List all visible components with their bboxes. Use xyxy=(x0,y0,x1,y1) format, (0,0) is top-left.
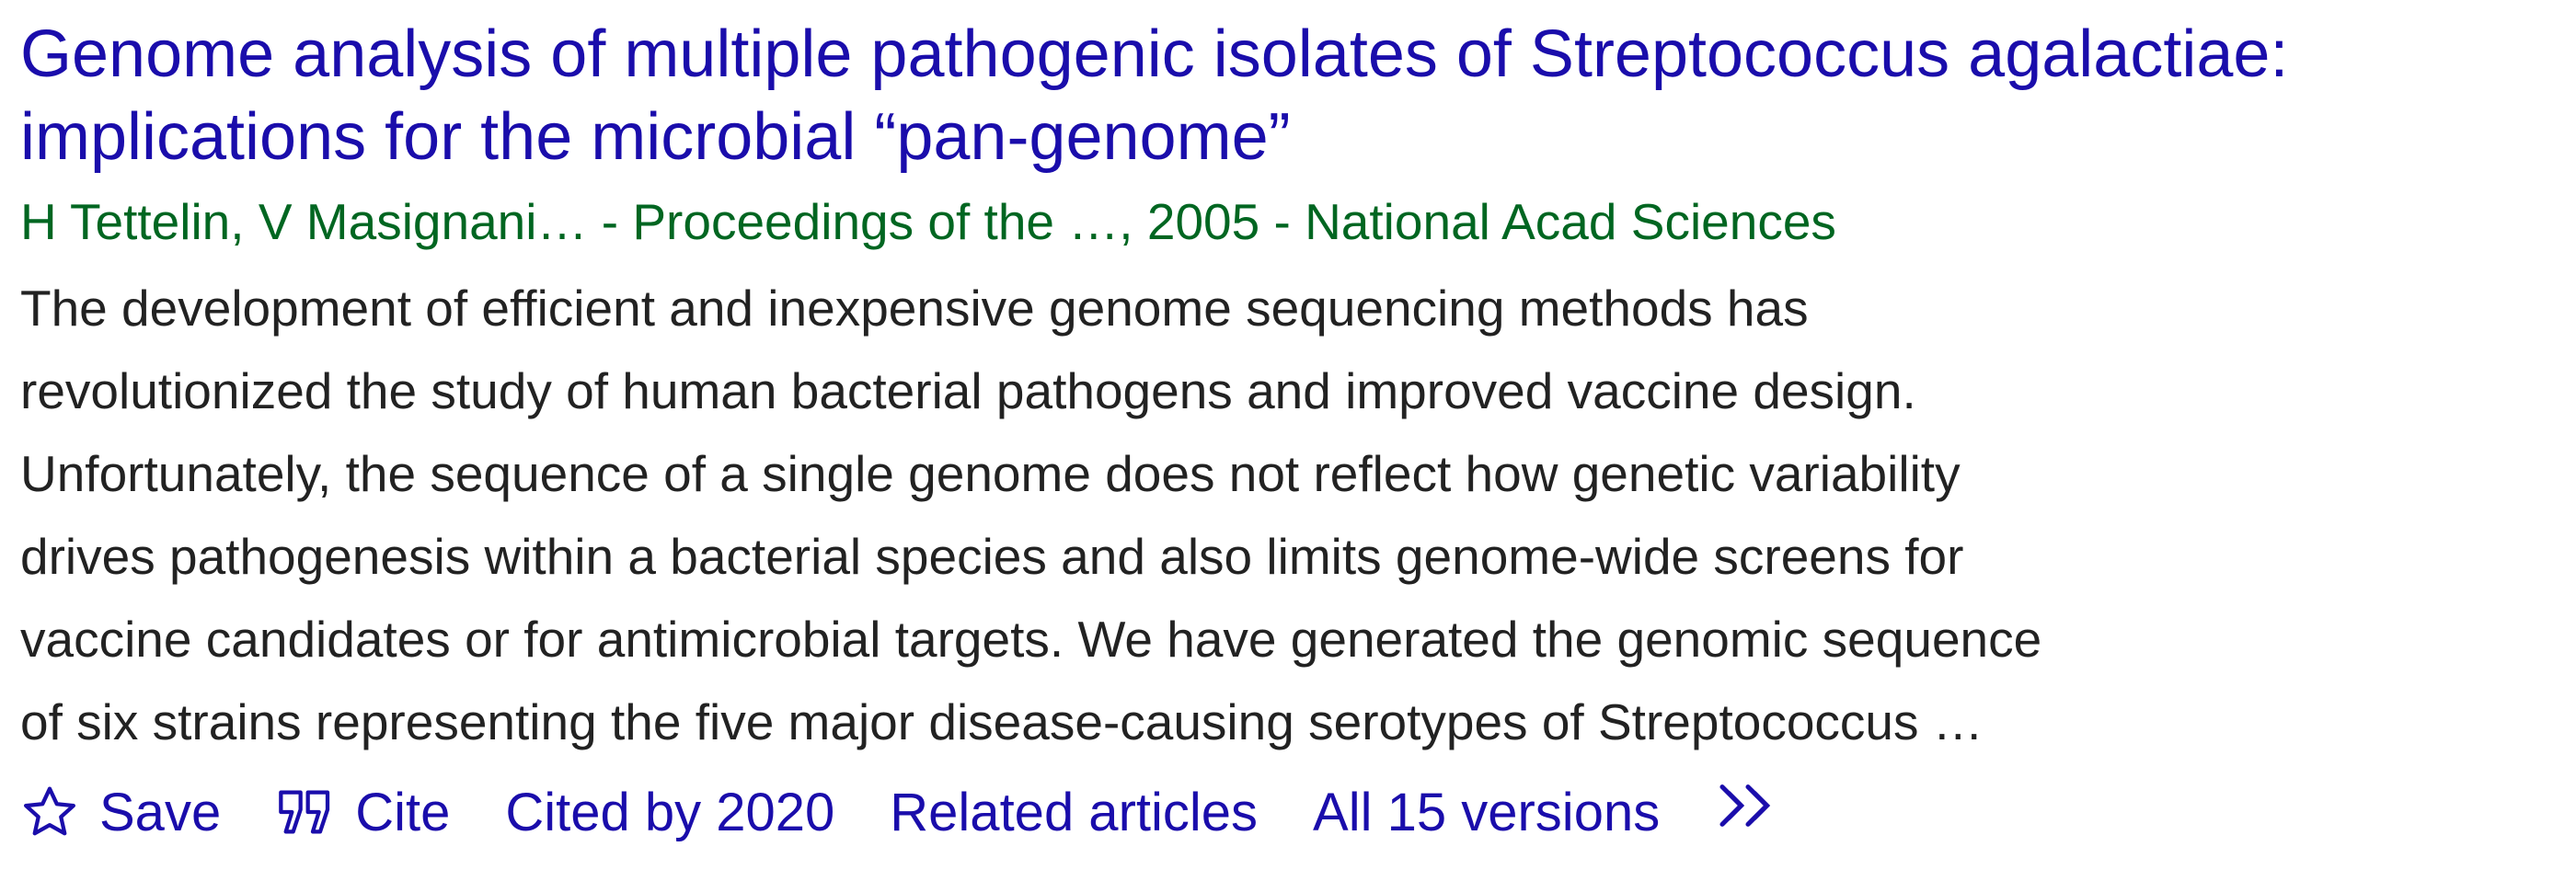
result-title-line-2[interactable]: implications for the microbial “pan-geno… xyxy=(20,100,1291,174)
double-chevron-right-icon xyxy=(1715,780,1781,844)
cited-by-link[interactable]: Cited by 2020 xyxy=(505,782,834,843)
more-options-button[interactable] xyxy=(1715,780,1781,844)
search-result: Genome analysis of multiple pathogenic i… xyxy=(0,0,2576,853)
all-versions-link[interactable]: All 15 versions xyxy=(1313,782,1660,843)
snippet-line: Unfortunately, the sequence of a single … xyxy=(20,445,1961,502)
snippet-line: vaccine candidates or for antimicrobial … xyxy=(20,611,2042,668)
cite-button[interactable]: Cite xyxy=(276,782,450,843)
result-title-line-1[interactable]: Genome analysis of multiple pathogenic i… xyxy=(20,17,2288,91)
result-actions: Save Cite Cited by 2020 Related articles… xyxy=(20,771,2576,853)
save-label: Save xyxy=(99,782,222,842)
snippet-line: revolutionized the study of human bacter… xyxy=(20,362,1916,419)
related-articles-link[interactable]: Related articles xyxy=(890,782,1258,843)
result-title-link[interactable]: Genome analysis of multiple pathogenic i… xyxy=(20,13,2569,178)
snippet-line: drives pathogenesis within a bacterial s… xyxy=(20,528,1964,585)
snippet-line: of six strains representing the five maj… xyxy=(20,693,1984,750)
result-authors-source: H Tettelin, V Masignani… - Proceedings o… xyxy=(20,193,1836,250)
cite-label: Cite xyxy=(355,782,451,842)
snippet-line: The development of efficient and inexpen… xyxy=(20,280,1809,337)
result-snippet: The development of efficient and inexpen… xyxy=(20,267,2576,763)
save-button[interactable]: Save xyxy=(20,782,221,843)
star-outline-icon xyxy=(20,783,79,841)
quote-icon xyxy=(276,784,335,840)
